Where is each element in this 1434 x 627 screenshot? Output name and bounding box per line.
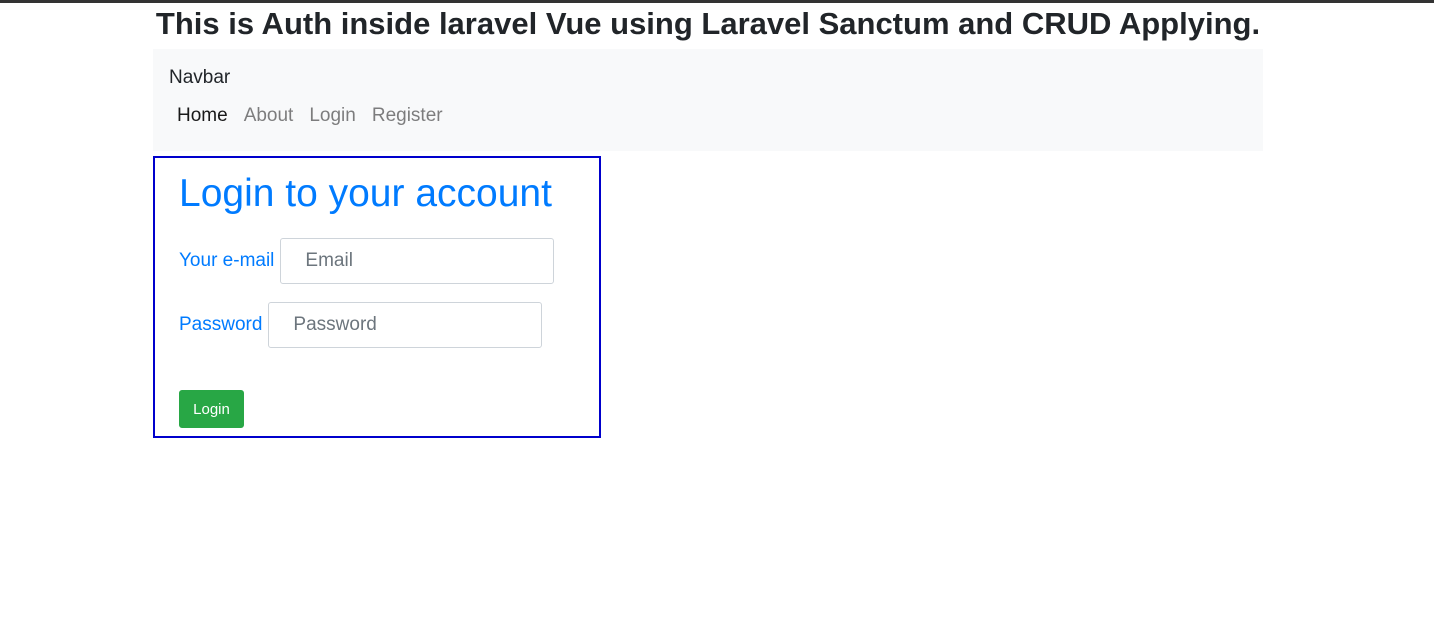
nav-link-home[interactable]: Home bbox=[169, 103, 236, 129]
password-label: Password bbox=[179, 314, 263, 335]
login-form: Login to your account Your e-mail Passwo… bbox=[153, 156, 601, 438]
login-title: Login to your account bbox=[179, 172, 552, 215]
navbar: Navbar Home About Login Register bbox=[153, 49, 1263, 151]
password-input[interactable] bbox=[268, 302, 543, 348]
nav-link-register[interactable]: Register bbox=[364, 103, 451, 129]
top-border bbox=[0, 0, 1434, 3]
email-row: Your e-mail bbox=[179, 238, 555, 284]
login-button[interactable]: Login bbox=[179, 390, 244, 428]
password-row: Password bbox=[179, 302, 543, 348]
navbar-brand[interactable]: Navbar bbox=[169, 65, 230, 91]
nav-link-login[interactable]: Login bbox=[301, 103, 364, 129]
email-label: Your e-mail bbox=[179, 250, 275, 271]
nav-link-about[interactable]: About bbox=[236, 103, 302, 129]
nav-links: Home About Login Register bbox=[169, 103, 451, 129]
page-heading: This is Auth inside laravel Vue using La… bbox=[155, 6, 1261, 41]
email-input[interactable] bbox=[280, 238, 555, 284]
